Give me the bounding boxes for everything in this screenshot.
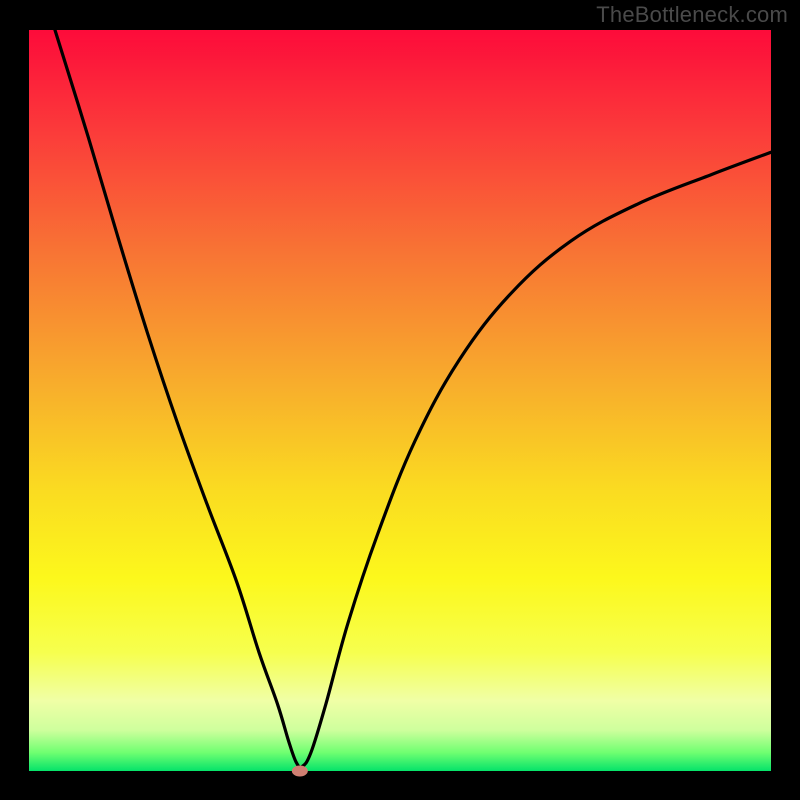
minimum-marker [292, 766, 308, 777]
watermark-text: TheBottleneck.com [596, 2, 788, 28]
chart-frame: TheBottleneck.com [0, 0, 800, 800]
plot-background [29, 30, 771, 771]
bottleneck-chart [0, 0, 800, 800]
